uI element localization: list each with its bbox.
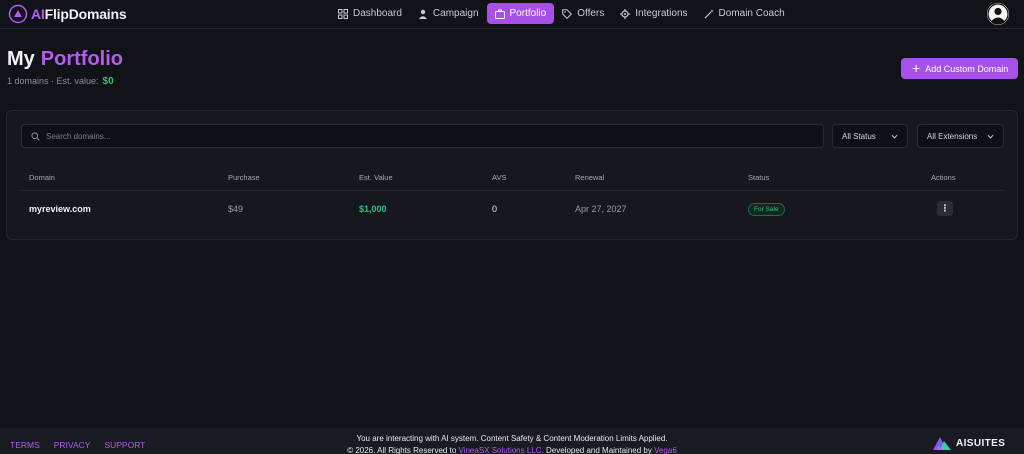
- user-icon: [418, 9, 427, 19]
- summary-text: 1 domains · Est. value:: [7, 76, 99, 86]
- nav-campaign[interactable]: Campaign: [410, 3, 487, 24]
- column-header-avs[interactable]: AVS: [492, 173, 506, 182]
- briefcase-icon: [494, 9, 505, 19]
- aisuites-logo-icon: [933, 437, 951, 450]
- brand-name: AIFlipDomains: [31, 6, 127, 22]
- column-header-renewal[interactable]: Renewal: [575, 173, 604, 182]
- grid-icon: [338, 8, 348, 19]
- column-header-domain[interactable]: Domain: [29, 173, 55, 182]
- nav-domain-coach[interactable]: Domain Coach: [696, 3, 793, 24]
- page-title-first: My: [7, 48, 35, 70]
- avatar[interactable]: [987, 3, 1009, 25]
- gear-icon: [620, 8, 631, 19]
- page-title: My Portfolio: [7, 48, 123, 71]
- nav-dashboard[interactable]: Dashboard: [330, 3, 410, 24]
- footer-brand-name: AISUITES: [956, 437, 1006, 449]
- main-nav: Dashboard Campaign Portfolio Offers Inte…: [330, 3, 793, 24]
- add-custom-domain-button[interactable]: + Add Custom Domain: [901, 58, 1018, 79]
- nav-domain-coach-label: Domain Coach: [718, 8, 785, 19]
- cell-purchase: $49: [228, 204, 244, 214]
- nav-campaign-label: Campaign: [432, 8, 479, 19]
- tag-icon: [562, 8, 573, 19]
- search-box[interactable]: [21, 124, 824, 148]
- add-custom-domain-label: Add Custom Domain: [925, 63, 1009, 74]
- extensions-filter-select[interactable]: All Extensions: [917, 124, 1004, 148]
- company-link[interactable]: VineaSX Solutions LLC.: [459, 446, 544, 454]
- cell-avs: 0: [492, 204, 498, 214]
- copyright-text-b: Developed and Maintained by: [545, 446, 652, 454]
- copyright-text-a: © 2026. All Rights Reserved to: [347, 446, 457, 454]
- status-badge: For Sale: [748, 203, 785, 216]
- cell-renewal: Apr 27, 2027: [575, 204, 627, 214]
- extensions-filter-value: All Extensions: [927, 131, 978, 141]
- footer: TERMS PRIVACY SUPPORT You are interactin…: [0, 428, 1024, 454]
- status-filter-value: All Status: [842, 131, 876, 141]
- chevron-down-icon: [987, 134, 994, 138]
- domains-table: Domain Purchase Est. Value AVS Renewal S…: [21, 167, 1004, 227]
- portfolio-summary: 1 domains · Est. value: $0: [7, 76, 114, 87]
- nav-integrations[interactable]: Integrations: [612, 3, 695, 24]
- user-avatar-icon: [987, 3, 1009, 25]
- chevron-down-icon: [891, 134, 898, 138]
- nav-integrations-label: Integrations: [635, 8, 688, 19]
- row-actions-button[interactable]: ⋮: [937, 201, 953, 216]
- cell-est-value: $1,000: [359, 204, 387, 214]
- column-header-purchase[interactable]: Purchase: [228, 173, 260, 182]
- nav-portfolio[interactable]: Portfolio: [486, 3, 555, 24]
- logo-icon: [8, 4, 28, 24]
- footer-copyright: © 2026. All Rights Reserved to VineaSX S…: [0, 446, 1024, 454]
- portfolio-card: All Status All Extensions Domain Purchas…: [6, 110, 1018, 240]
- status-filter-select[interactable]: All Status: [832, 124, 908, 148]
- app-logo[interactable]: AIFlipDomains: [8, 4, 127, 24]
- search-icon: [31, 131, 40, 141]
- column-header-actions: Actions: [931, 173, 956, 182]
- plus-icon: +: [912, 60, 921, 76]
- top-navbar: AIFlipDomains Dashboard Campaign Portfol…: [0, 0, 1024, 29]
- nav-dashboard-label: Dashboard: [353, 8, 402, 19]
- footer-brand[interactable]: AISUITES: [932, 435, 1005, 451]
- nav-portfolio-label: Portfolio: [509, 8, 547, 19]
- nav-offers-label: Offers: [577, 8, 605, 19]
- wand-icon: [704, 9, 714, 18]
- page-title-accent: Portfolio: [40, 48, 124, 70]
- footer-notice: You are interacting with AI system. Cont…: [356, 434, 668, 443]
- summary-est-value: $0: [102, 76, 114, 87]
- table-header: Domain Purchase Est. Value AVS Renewal S…: [21, 167, 1004, 191]
- column-header-est-value[interactable]: Est. Value: [359, 173, 393, 182]
- search-input[interactable]: [46, 131, 746, 141]
- cell-domain[interactable]: myreview.com: [29, 204, 91, 214]
- maintainer-link[interactable]: Vega6: [654, 446, 677, 454]
- nav-offers[interactable]: Offers: [554, 3, 612, 24]
- column-header-status[interactable]: Status: [748, 173, 769, 182]
- table-row[interactable]: myreview.com $49 $1,000 0 Apr 27, 2027 F…: [21, 191, 1004, 227]
